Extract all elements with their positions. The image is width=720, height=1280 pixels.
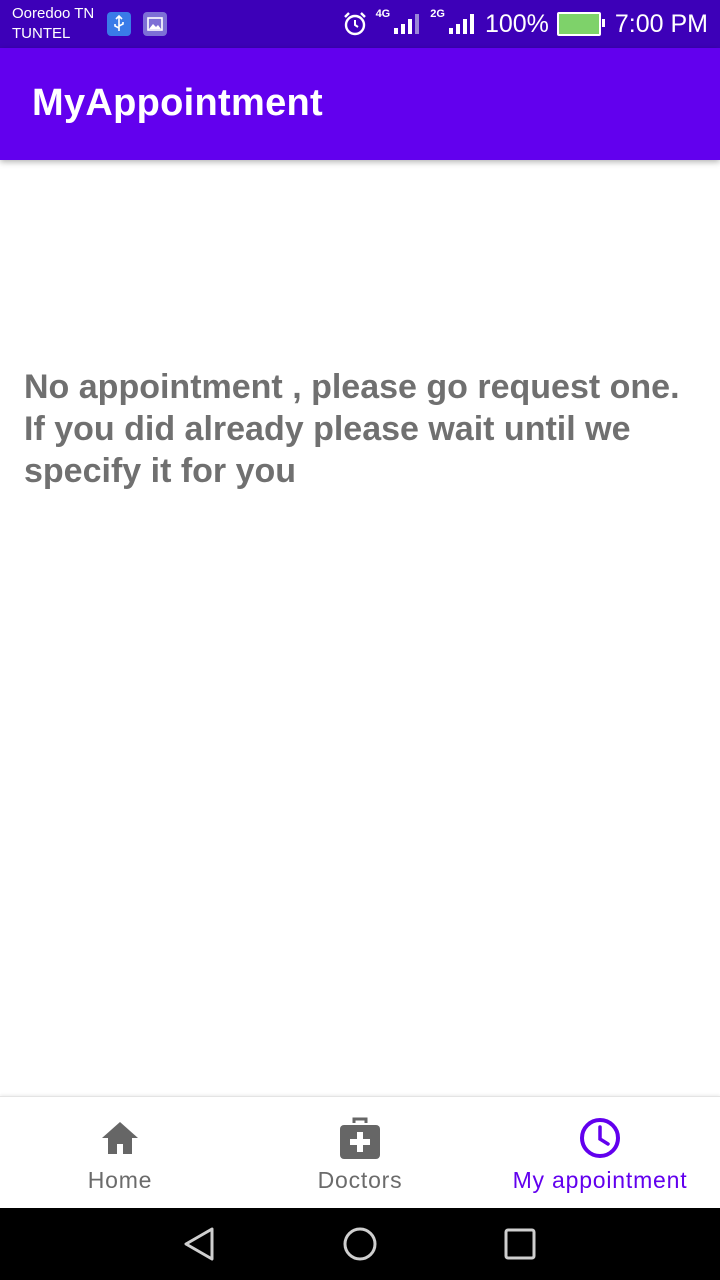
clock-icon [579,1117,621,1159]
home-icon [100,1117,140,1159]
app-bar: MyAppointment [0,48,720,160]
system-navigation-bar [0,1208,720,1280]
usb-icon [107,12,131,36]
alarm-icon [343,12,366,36]
app-title: MyAppointment [32,82,323,124]
battery-icon [556,12,605,36]
bottom-navigation: Home Doctors My appointment [0,1096,720,1209]
network-type-1: 4G [375,8,391,20]
nav-item-doctors[interactable]: Doctors [240,1097,480,1209]
nav-label-doctors: Doctors [317,1167,403,1193]
clock-time: 7:00 PM [614,9,708,38]
nav-label-home: Home [87,1167,153,1193]
nav-item-my-appointment[interactable]: My appointment [480,1097,720,1209]
carrier-info: Ooredoo TN TUNTEL [12,4,94,44]
status-indicators: 4G 2G 100% 7:00 PM [342,0,708,48]
medical-kit-icon [340,1117,380,1159]
home-button[interactable] [342,1226,378,1262]
status-bar: Ooredoo TN TUNTEL 4G 2G 100% 7:00 PM [0,0,720,48]
signal-icon-2 [448,14,474,34]
battery-percent: 100% [484,9,549,38]
network-type-2: 2G [430,8,445,20]
carrier-secondary: TUNTEL [12,25,71,42]
recents-button[interactable] [502,1226,538,1262]
signal-icon [394,14,420,34]
gallery-icon [143,12,167,36]
nav-label-my-appointment: My appointment [512,1167,688,1193]
nav-item-home[interactable]: Home [0,1097,240,1209]
empty-state-message: No appointment , please go request one. … [24,368,680,490]
carrier-name: Ooredoo TN [12,5,95,22]
back-button[interactable] [182,1226,218,1262]
